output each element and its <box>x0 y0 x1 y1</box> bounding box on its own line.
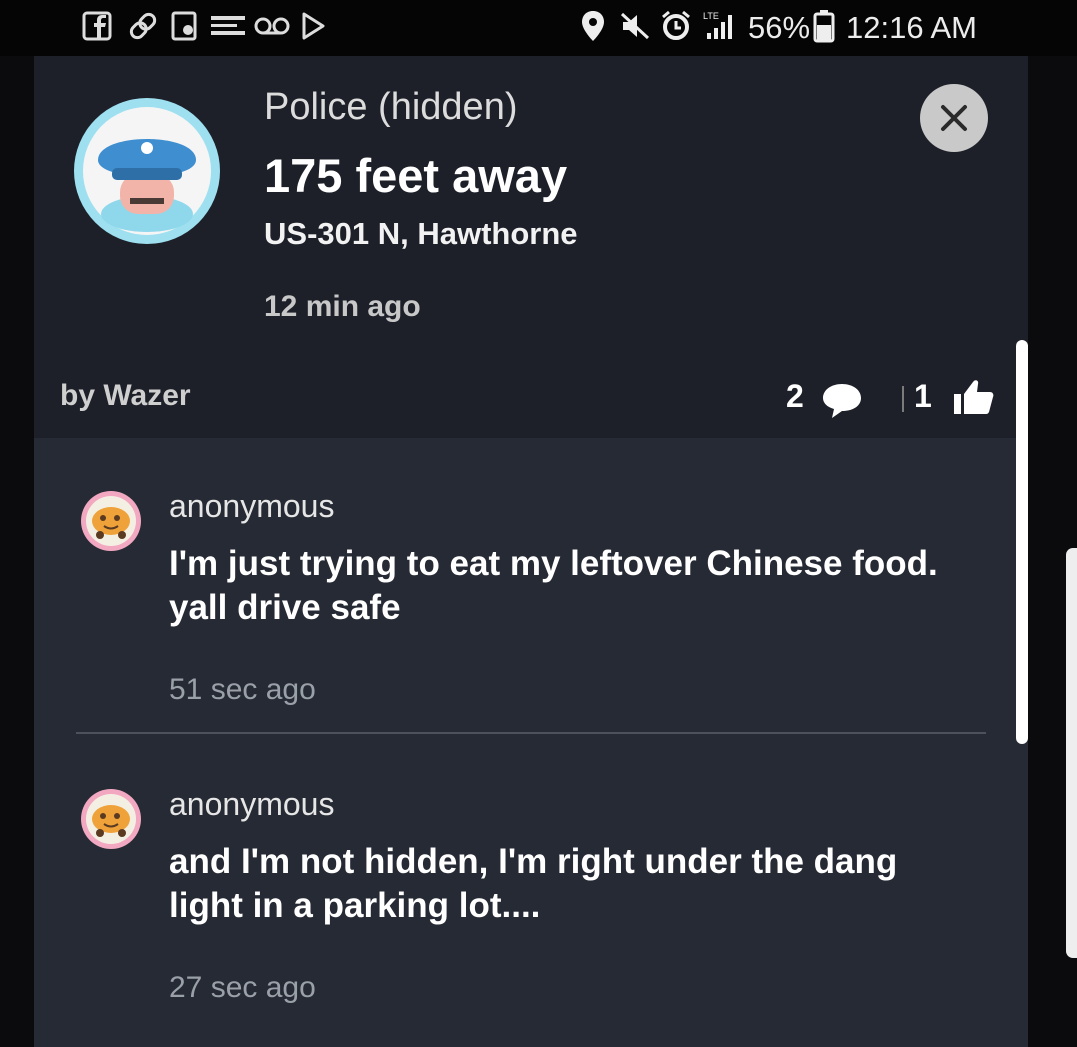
play-store-icon <box>298 8 328 44</box>
comment-author: anonymous <box>169 786 335 822</box>
location-icon <box>578 8 608 44</box>
comment-bubble-icon[interactable] <box>820 380 864 425</box>
thumbs-up-icon[interactable] <box>948 376 998 423</box>
mute-icon <box>618 8 652 44</box>
police-avatar <box>72 96 222 246</box>
like-count: 1 <box>914 378 932 414</box>
comment-count: 2 <box>786 378 804 414</box>
alert-time-ago: 12 min ago <box>264 290 421 323</box>
comment-text: I'm just trying to eat my leftover Chine… <box>169 544 938 627</box>
alert-header: Police (hidden) 175 feet away US-301 N, … <box>34 56 1028 438</box>
comment-time-ago: 51 sec ago <box>169 673 316 706</box>
comment-text: and I'm not hidden, I'm right under the … <box>169 842 898 925</box>
scroll-indicator[interactable] <box>1016 340 1028 744</box>
clock: 12:16 AM <box>846 10 977 45</box>
alert-distance: 175 feet away <box>264 149 568 202</box>
facebook-icon <box>80 8 114 44</box>
battery-percent: 56% <box>748 10 811 45</box>
alert-location: US-301 N, Hawthorne <box>264 216 578 251</box>
close-button[interactable] <box>920 84 988 152</box>
edge-panel-handle[interactable] <box>1066 548 1077 958</box>
stats-divider <box>902 386 904 412</box>
battery-icon <box>812 8 836 44</box>
alert-details-panel: Police (hidden) 175 feet away US-301 N, … <box>34 56 1028 1047</box>
comment-author: anonymous <box>169 488 335 524</box>
comment-divider <box>76 732 986 734</box>
alarm-icon <box>658 8 694 44</box>
screenshot-icon <box>168 8 202 44</box>
amazon-icon <box>208 8 248 44</box>
alert-type: Police (hidden) <box>264 86 518 128</box>
lte-signal-icon: LTE <box>700 8 738 44</box>
voicemail-icon <box>252 8 292 44</box>
comment-time-ago: 27 sec ago <box>169 971 316 1004</box>
comment-avatar <box>80 490 142 552</box>
svg-text:LTE: LTE <box>703 11 719 21</box>
link-icon <box>124 8 162 44</box>
comment-avatar <box>80 788 142 850</box>
close-icon <box>941 105 967 131</box>
reporter-label: by Wazer <box>60 379 191 412</box>
status-bar: LTE 56% 12:16 AM <box>0 0 1077 56</box>
